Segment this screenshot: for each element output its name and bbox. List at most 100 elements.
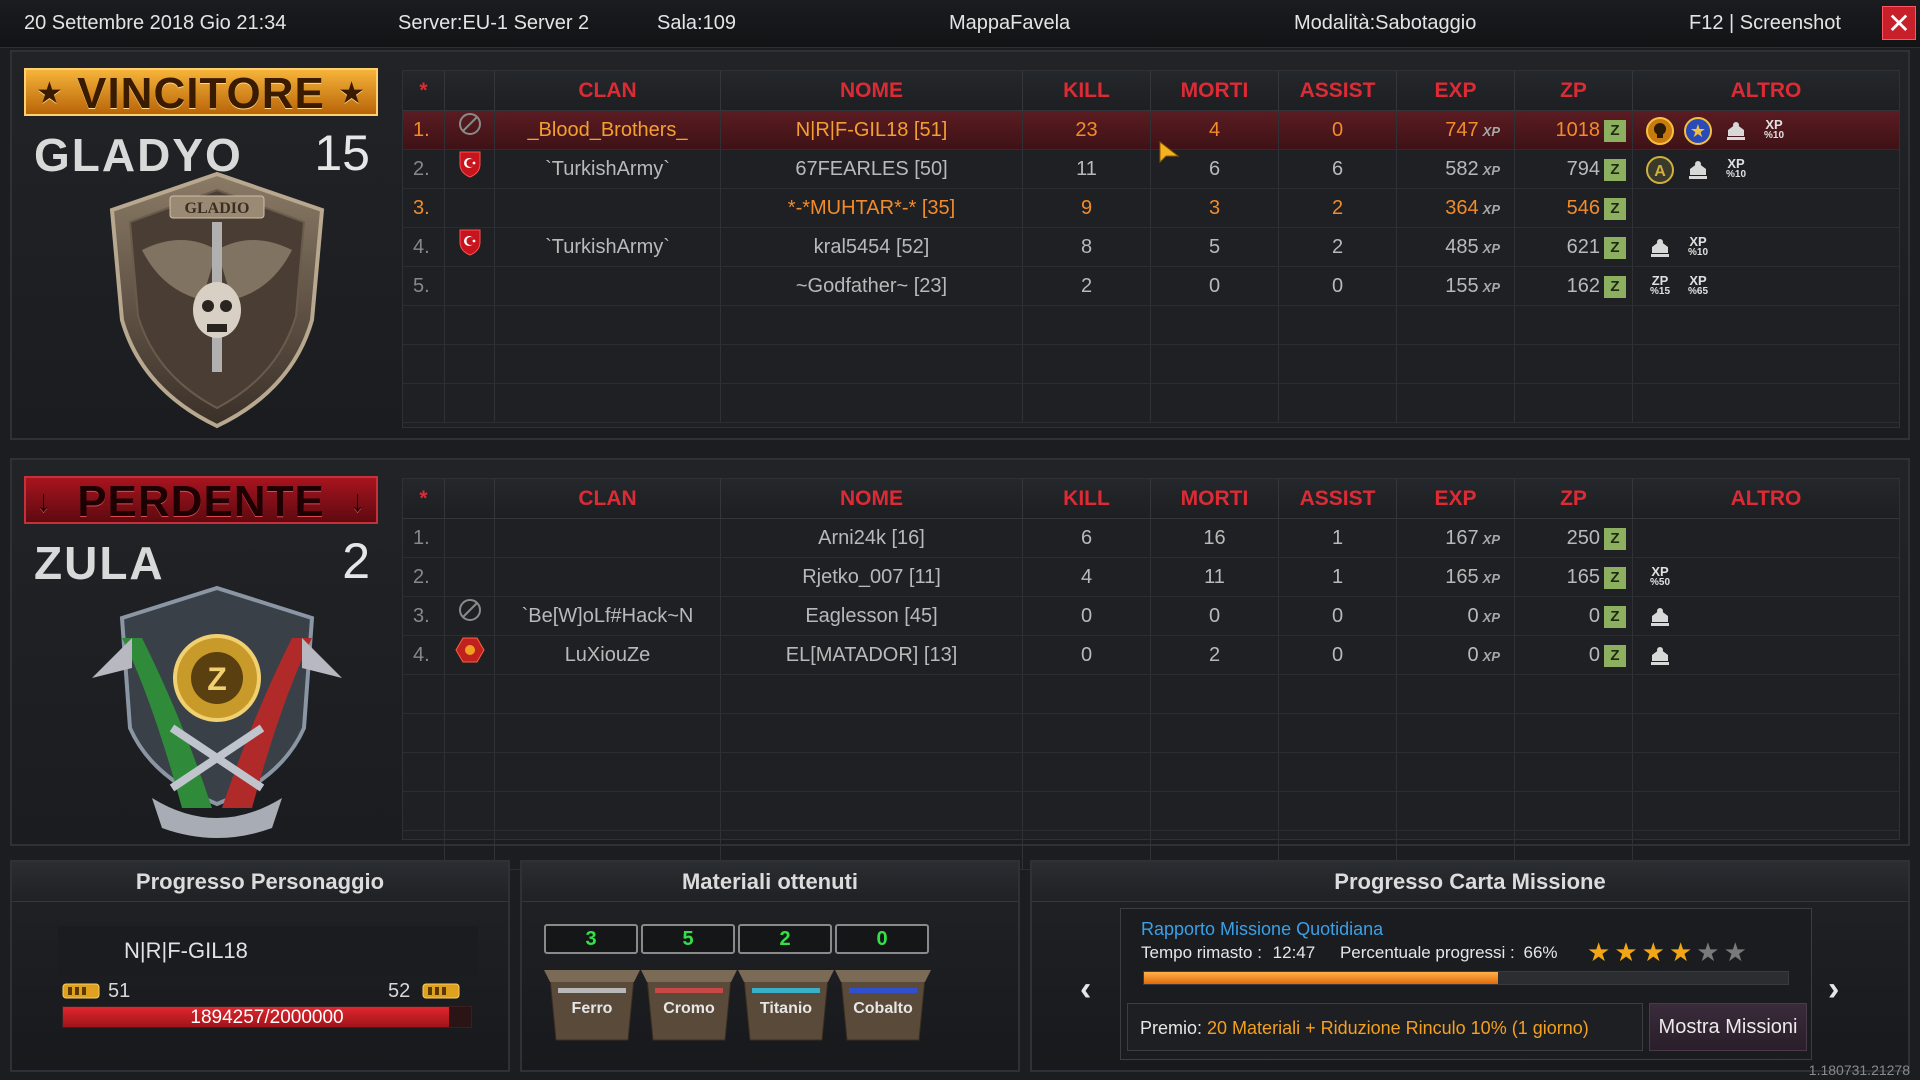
exp-value: 0 — [1467, 605, 1479, 627]
mission-stars: ★★★★★★ — [1587, 937, 1751, 968]
assist-count: 0 — [1279, 636, 1397, 674]
header-zp[interactable]: ZP — [1515, 71, 1633, 110]
header-zp[interactable]: ZP — [1515, 479, 1633, 518]
header-kill[interactable]: KILL — [1023, 479, 1151, 518]
star-filled-icon: ★ — [1614, 937, 1642, 967]
empty-row — [403, 345, 1899, 384]
empty-row — [403, 306, 1899, 345]
show-missions-button[interactable]: Mostra Missioni — [1649, 1003, 1807, 1051]
header-name[interactable]: NOME — [721, 479, 1023, 518]
version-label: 1.180731.21278 — [1808, 1062, 1910, 1078]
empty-cell — [1515, 345, 1633, 383]
xp-icon: XP — [1482, 163, 1500, 178]
empty-row — [403, 384, 1899, 423]
header-other: ALTRO — [1730, 487, 1802, 510]
zp-cell: 794 Z — [1515, 150, 1633, 188]
empty-cell — [721, 714, 1023, 752]
table-row[interactable]: 4. `TurkishArmy` kral5454 [52] 8 5 2 485 XP 621 Z… — [403, 228, 1899, 267]
table-row[interactable]: 1. Arni24k [16] 6 16 1 167 XP 250 Z — [403, 519, 1899, 558]
empty-cell — [1633, 714, 1899, 752]
zp-cell: 621 Z — [1515, 228, 1633, 266]
empty-cell — [721, 345, 1023, 383]
empty-cell — [1515, 714, 1633, 752]
prev-mission-arrow[interactable]: ‹ — [1080, 970, 1091, 1009]
scoreboard-header: * CLAN NOME KILL MORTI ASSIST EXP ZP ALT… — [403, 71, 1899, 111]
reward-box: Premio: 20 Materiali + Riduzione Rinculo… — [1127, 1003, 1643, 1051]
down-arrow-icon: ↓ — [350, 485, 366, 518]
clan-name: `TurkishArmy` — [495, 228, 721, 266]
table-row[interactable]: 3. `Be[W]oLf#Hack~N Eaglesson [45] 0 0 0 0 XP 0 Z — [403, 597, 1899, 636]
exp-value: 0 — [1467, 644, 1479, 666]
empty-cell — [1151, 384, 1279, 422]
header-assist[interactable]: ASSIST — [1279, 71, 1397, 110]
table-row[interactable]: 1. _Blood_Brothers_ N|R|F-GIL18 [51] 23 4 0 74… — [403, 111, 1899, 150]
zp-icon: Z — [1604, 566, 1626, 589]
material-count: 5 — [641, 924, 735, 954]
exp-value: 167 — [1445, 527, 1479, 549]
death-count: 5 — [1151, 228, 1279, 266]
level-current: 51 — [108, 980, 131, 1002]
empty-cell — [1151, 753, 1279, 791]
material-item: 5 — [641, 924, 737, 1047]
header-assist[interactable]: ASSIST — [1279, 479, 1397, 518]
empty-cell — [721, 675, 1023, 713]
next-mission-arrow[interactable]: › — [1828, 970, 1839, 1009]
star-badge-icon: ★ — [1683, 116, 1713, 146]
clan-icon-cell — [445, 636, 495, 674]
table-row[interactable]: 2. `TurkishArmy` 67FEARLES [50] 11 6 6 582 XP 79… — [403, 150, 1899, 189]
zp-value: 1018 — [1555, 119, 1601, 141]
death-count: 2 — [1151, 636, 1279, 674]
close-button[interactable]: ✕ — [1882, 6, 1916, 40]
table-row[interactable]: 2. Rjetko_007 [11] 4 11 1 165 XP 165 Z XP %50 — [403, 558, 1899, 597]
exp-value: 485 — [1445, 236, 1479, 258]
assist-count: 2 — [1279, 189, 1397, 227]
clan-name — [495, 558, 721, 596]
screenshot-hint[interactable]: F12 | Screenshot — [1689, 12, 1841, 35]
star-icon: ★ — [338, 77, 366, 110]
perks-cell: ★ XP %10 — [1633, 111, 1899, 149]
table-row[interactable]: 4. LuXiouZe EL[MATADOR] [13] 0 2 0 0 XP 0 Z — [403, 636, 1899, 675]
empty-cell — [1151, 345, 1279, 383]
rank-icon — [1645, 602, 1675, 632]
winner-rows: 1. _Blood_Brothers_ N|R|F-GIL18 [51] 23 4 0 74… — [403, 111, 1899, 423]
header-exp[interactable]: EXP — [1397, 479, 1515, 518]
empty-cell — [495, 675, 721, 713]
character-progress-title: Progresso Personaggio — [12, 862, 508, 902]
empty-cell — [495, 753, 721, 791]
header-clan-icon — [445, 479, 495, 518]
header-deaths[interactable]: MORTI — [1151, 71, 1279, 110]
empty-cell — [495, 714, 721, 752]
clan-icon-cell — [445, 228, 495, 266]
empty-cell — [1279, 753, 1397, 791]
material-count: 0 — [835, 924, 929, 954]
empty-cell — [1023, 753, 1151, 791]
winner-banner-label: VINCITORE — [77, 69, 325, 118]
header-kill[interactable]: KILL — [1023, 71, 1151, 110]
header-name[interactable]: NOME — [721, 71, 1023, 110]
exp-value: 165 — [1445, 566, 1479, 588]
header-clan[interactable]: CLAN — [495, 71, 721, 110]
table-row[interactable]: 3. *-*MUHTAR*-* [35] 9 3 2 364 XP 546 Z — [403, 189, 1899, 228]
empty-cell — [1633, 345, 1899, 383]
header-clan[interactable]: CLAN — [495, 479, 721, 518]
mission-report-title[interactable]: Rapporto Missione Quotidiana — [1141, 919, 1383, 940]
kill-count: 0 — [1023, 597, 1151, 635]
empty-cell — [1397, 753, 1515, 791]
clan-icon-cell — [445, 597, 495, 635]
header-exp[interactable]: EXP — [1397, 71, 1515, 110]
player-name: EL[MATADOR] [13] — [721, 636, 1023, 674]
xp-bonus-10-icon: XP %10 — [1687, 233, 1708, 258]
material-label: Titanio — [759, 1000, 813, 1017]
star-filled-icon: ★ — [1587, 937, 1615, 967]
kill-count: 8 — [1023, 228, 1151, 266]
zp-icon: Z — [1604, 644, 1626, 667]
zp-value: 250 — [1566, 527, 1600, 549]
turkish-shield-icon — [458, 150, 482, 188]
death-count: 11 — [1151, 558, 1279, 596]
exp-cell: 0 XP — [1397, 636, 1515, 674]
death-count: 16 — [1151, 519, 1279, 557]
table-row[interactable]: 5. ~Godfather~ [23] 2 0 0 155 XP 162 Z ZP %15 XP %65 — [403, 267, 1899, 306]
empty-cell — [1515, 306, 1633, 344]
kill-count: 11 — [1023, 150, 1151, 188]
header-deaths[interactable]: MORTI — [1151, 479, 1279, 518]
